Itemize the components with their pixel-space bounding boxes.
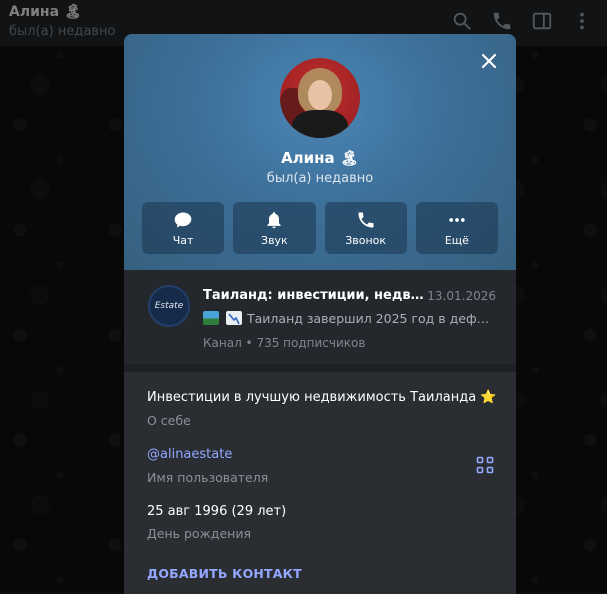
profile-header: Алина 🏝 был(а) недавно Чат Звук Звонок Е…: [124, 34, 516, 270]
bio-label: О себе: [147, 413, 191, 428]
sound-button[interactable]: Звук: [233, 202, 316, 254]
avatar[interactable]: [280, 58, 360, 138]
close-button[interactable]: [476, 48, 502, 74]
beach-thumbnail: [203, 311, 219, 325]
call-button-label: Звонок: [345, 233, 387, 247]
linked-channel[interactable]: Estate Таиланд: инвестиции, недвижимость…: [124, 270, 516, 364]
phone-icon: [358, 212, 374, 227]
more-dots-icon: [449, 217, 465, 222]
chat-bubble-icon: [174, 212, 192, 227]
more-button-label: Ещё: [444, 233, 469, 247]
profile-info: Инвестиции в лучшую недвижимость Таиланд…: [124, 372, 516, 594]
channel-title: Таиланд: инвестиции, недвижимость: [203, 288, 428, 303]
sound-button-label: Звук: [261, 233, 288, 247]
profile-name: Алина 🏝: [281, 149, 359, 167]
channel-date: 13.01.2026: [427, 289, 496, 303]
call-button[interactable]: Звонок: [324, 202, 407, 254]
qr-code-icon[interactable]: [476, 456, 494, 474]
action-bar: Чат Звук Звонок Ещё: [142, 202, 498, 254]
bell-icon: [267, 211, 282, 228]
section-divider: [124, 364, 516, 372]
close-icon: [481, 53, 497, 69]
add-contact-button[interactable]: ДОБАВИТЬ КОНТАКТ: [147, 566, 302, 581]
profile-status: был(а) недавно: [266, 171, 374, 186]
channel-logo: Estate: [148, 285, 190, 327]
chat-button[interactable]: Чат: [142, 202, 225, 254]
chart-down-icon: [226, 311, 242, 325]
channel-preview: Таиланд завершил 2025 год в дефляции: [247, 311, 497, 326]
birthday-label: День рождения: [147, 526, 251, 541]
username-link[interactable]: @alinaestate: [147, 447, 232, 462]
bio-text[interactable]: Инвестиции в лучшую недвижимость Таиланд…: [147, 390, 497, 405]
channel-subscribers: Канал • 735 подписчиков: [203, 336, 366, 350]
profile-modal: Алина 🏝 был(а) недавно Чат Звук Звонок Е…: [124, 34, 516, 594]
username-label: Имя пользователя: [147, 470, 269, 485]
chat-button-label: Чат: [172, 233, 194, 247]
more-button[interactable]: Ещё: [415, 202, 498, 254]
birthday-text[interactable]: 25 авг 1996 (29 лет): [147, 504, 286, 519]
